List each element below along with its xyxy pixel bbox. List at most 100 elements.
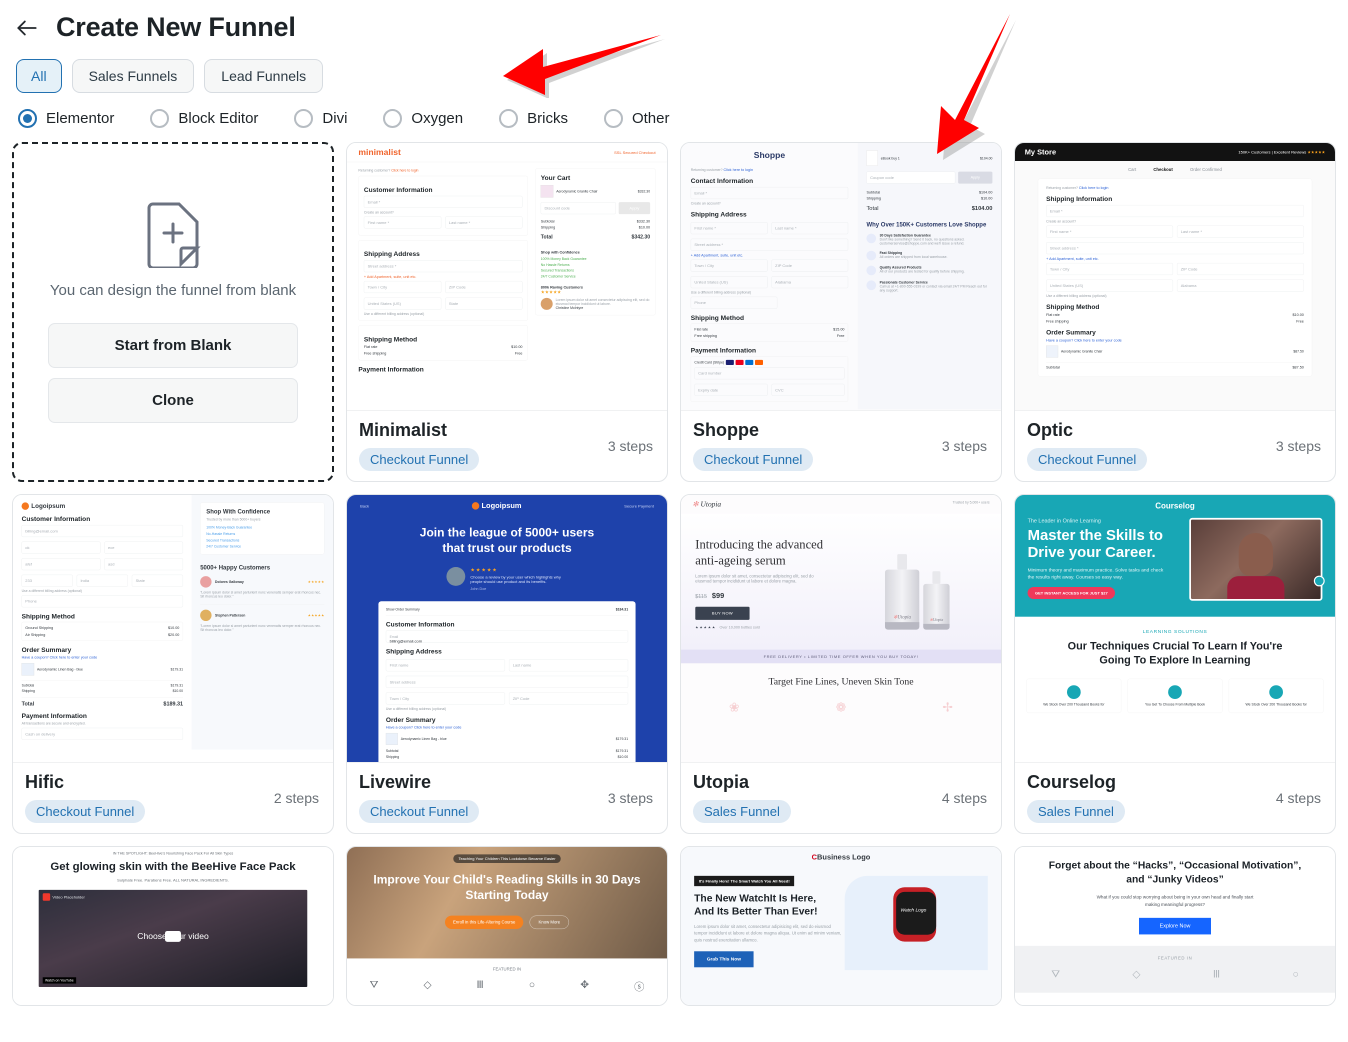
thumb-feature-text: We Stock Over 200 Thousand Books for <box>1245 702 1307 707</box>
template-grid: You can design the funnel from blank Sta… <box>8 128 1340 1006</box>
thumb-headline-1: Forget about the “Hacks”, “Occasional Mo… <box>1048 859 1302 871</box>
thumb-subtotal-label: Subtotal <box>385 748 399 753</box>
template-thumbnail[interactable]: Courselog The Leader in Online Learning … <box>1015 495 1335 762</box>
thumb-brand: Logoipsum <box>31 502 66 510</box>
template-meta: Minimalist Checkout Funnel 3 steps <box>347 409 667 481</box>
radio-button-icon[interactable] <box>294 109 314 128</box>
template-thumbnail[interactable]: IN THE SPOTLIGHT: BeeHive's Nourishing F… <box>13 847 333 1005</box>
filter-pill-all[interactable]: All <box>16 59 62 93</box>
thumb-item-price: $179.31 <box>615 736 629 741</box>
thumb-billing-toggle: Use a different billing address (optiona… <box>690 290 752 295</box>
template-card-shoppe[interactable]: Shoppe Returning customer? Click here to… <box>680 142 1002 482</box>
thumb-benefit-text: All orders are shipped from local wareho… <box>879 254 948 259</box>
thumb-returning: Returning customer? <box>1046 185 1078 190</box>
filter-pill-lead-funnels[interactable]: Lead Funnels <box>204 59 324 93</box>
template-thumbnail[interactable]: Back Logoipsum Secure Payment Join the l… <box>347 495 667 762</box>
template-badge: Checkout Funnel <box>693 448 814 471</box>
template-card-reading-skills[interactable]: Teaching Your Children This Lockdown Bec… <box>346 846 668 1006</box>
radio-button-icon[interactable] <box>383 109 403 128</box>
template-thumbnail[interactable]: minimalist SSL Secured Checkout Returnin… <box>347 143 667 410</box>
thumb-confidence-sub: Trusted by more than 5000+ buyers <box>206 517 261 522</box>
thumb-benefit-text: All of our products are tested for quali… <box>879 269 965 274</box>
clone-button[interactable]: Clone <box>48 377 298 423</box>
template-card-beehive[interactable]: IN THE SPOTLIGHT: BeeHive's Nourishing F… <box>12 846 334 1006</box>
thumb-login-link: Click here to login <box>723 167 754 172</box>
thumb-street: Street address * <box>1046 242 1304 255</box>
radio-button-icon[interactable] <box>18 109 37 128</box>
start-from-blank-button[interactable]: Start from Blank <box>48 322 298 368</box>
radio-item-bricks[interactable]: Bricks <box>499 109 568 128</box>
thumb-confidence-1: 100% Money-Back Guarantee <box>206 525 253 530</box>
thumb-billing-toggle: Use a different billing address (optiona… <box>363 311 425 316</box>
thumb-section-2: Going To Explore In Learning <box>1099 653 1251 666</box>
back-arrow-icon[interactable] <box>14 15 40 41</box>
blank-card-description: You can design the funnel from blank <box>49 281 297 299</box>
thumb-returning: Returning customer? <box>690 167 723 172</box>
radio-item-elementor[interactable]: Elementor <box>18 109 114 128</box>
radio-item-block-editor[interactable]: Block Editor <box>150 109 258 128</box>
thumb-shipping: $10.00 <box>617 754 629 759</box>
thumb-subtotal: $332.30 <box>636 219 651 224</box>
thumb-brand: Business Logo <box>817 852 871 862</box>
thumb-last-name: Last name * <box>771 222 849 235</box>
thumb-cta-secondary: Know More <box>529 915 570 929</box>
thumb-total-label: Total <box>540 234 553 240</box>
thumb-section-title: Shipping Method <box>1046 302 1100 311</box>
template-steps: 3 steps <box>607 437 653 454</box>
thumb-happy-title: 5000+ Happy Customers <box>200 564 271 571</box>
template-thumbnail[interactable]: CBusiness Logo It's Finally Here! The Sm… <box>681 847 1001 1005</box>
thumb-last-name: Last name * <box>445 216 523 229</box>
template-thumbnail[interactable]: Shoppe Returning customer? Click here to… <box>681 143 1001 410</box>
thumb-returning: Returning customer? <box>358 168 391 173</box>
template-card-watchit[interactable]: CBusiness Logo It's Finally Here! The Sm… <box>680 846 1002 1006</box>
thumb-ship2-price: Free <box>1296 318 1304 324</box>
thumb-body: Lorem ipsum dolor sit amet, consectetur … <box>695 573 814 584</box>
thumb-item: Aerodynamic Linen Bag - blue <box>36 667 83 672</box>
template-thumbnail[interactable]: My Store 150K+ Customers | Excellent Rev… <box>1015 143 1335 410</box>
thumb-brand: Shoppe <box>753 150 786 160</box>
radio-label: Elementor <box>46 110 115 127</box>
template-thumbnail[interactable]: Teaching Your Children This Lockdown Bec… <box>347 847 667 1005</box>
thumb-email-field: billing@email.com <box>21 524 184 537</box>
thumb-partner-logo-icon: ○ <box>1292 967 1299 980</box>
template-card-hacks[interactable]: Forget about the “Hacks”, “Occasional Mo… <box>1014 846 1336 1006</box>
thumb-brand: Logoipsum <box>481 501 522 510</box>
radio-button-icon[interactable] <box>499 109 519 128</box>
filter-pill-sales-funnels[interactable]: Sales Funnels <box>71 59 195 93</box>
template-card-courselog[interactable]: Courselog The Leader in Online Learning … <box>1014 494 1336 834</box>
thumb-headline-2: anti-ageing serum <box>695 553 786 568</box>
thumb-summary-label: Show Order Summary <box>385 607 420 612</box>
thumb-item-price: $179.31 <box>170 667 184 672</box>
thumb-confidence-3: Secured Transactions <box>206 538 240 543</box>
radio-button-icon[interactable] <box>603 109 623 128</box>
radio-button-icon[interactable] <box>150 109 170 128</box>
template-card-hific[interactable]: Logoipsum Customer Information billing@e… <box>12 494 334 834</box>
radio-item-oxygen[interactable]: Oxygen <box>383 109 463 128</box>
template-thumbnail[interactable]: Logoipsum Customer Information billing@e… <box>13 495 333 762</box>
thumb-city: asd <box>104 558 184 571</box>
thumb-review-text: Choose a review by your user which highl… <box>470 574 561 584</box>
thumb-ship2-price: $20.00 <box>167 632 180 637</box>
radio-item-divi[interactable]: Divi <box>294 109 347 128</box>
thumb-subtotal-label: Subtotal <box>540 219 555 224</box>
thumb-confidence-2: No Hassle Returns <box>540 262 570 267</box>
thumb-cta-button: GET INSTANT ACCESS FOR JUST $27 <box>1027 586 1116 599</box>
thumb-partner-logo-icon: ◇ <box>1132 967 1141 980</box>
thumb-review-author: Christine McIntyre <box>555 305 584 310</box>
thumb-feature-icon: ✢ <box>942 700 953 715</box>
template-card-minimalist[interactable]: minimalist SSL Secured Checkout Returnin… <box>346 142 668 482</box>
radio-item-other[interactable]: Other <box>603 109 669 128</box>
template-card-optic[interactable]: My Store 150K+ Customers | Excellent Rev… <box>1014 142 1336 482</box>
thumb-shipping-label: Shipping <box>866 195 881 201</box>
thumb-city: Town / City <box>363 280 442 293</box>
thumb-feature-icon: ❁ <box>835 700 847 715</box>
thumb-section-title: Payment Information <box>21 712 87 720</box>
template-steps: 2 steps <box>273 789 319 806</box>
thumb-partner-logo-icon: ⛛ <box>1051 967 1060 980</box>
template-thumbnail[interactable]: ✻ Utopia Trusted by 5,000+ users Introdu… <box>681 495 1001 762</box>
template-thumbnail[interactable]: Forget about the “Hacks”, “Occasional Mo… <box>1015 847 1335 1005</box>
thumb-step-3: Order Confirmed <box>1189 167 1222 173</box>
template-card-livewire[interactable]: Back Logoipsum Secure Payment Join the l… <box>346 494 668 834</box>
template-card-utopia[interactable]: ✻ Utopia Trusted by 5,000+ users Introdu… <box>680 494 1002 834</box>
template-badge: Sales Funnel <box>1027 800 1125 823</box>
